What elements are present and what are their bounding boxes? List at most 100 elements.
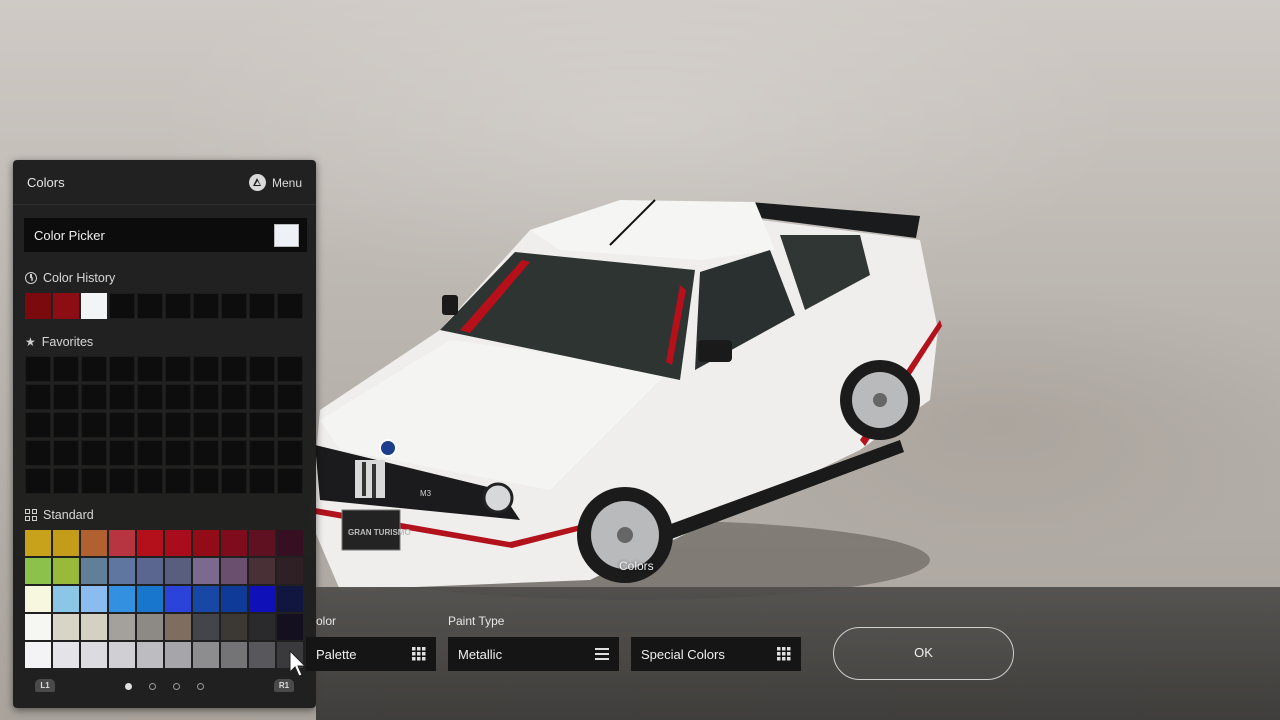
standard-color-swatch[interactable]	[221, 558, 247, 584]
standard-color-swatch[interactable]	[25, 558, 51, 584]
favorite-slot[interactable]	[53, 412, 79, 438]
favorite-slot[interactable]	[277, 384, 303, 410]
standard-color-swatch[interactable]	[249, 642, 275, 668]
history-swatch[interactable]	[221, 293, 247, 319]
favorite-slot[interactable]	[53, 440, 79, 466]
standard-color-swatch[interactable]	[193, 614, 219, 640]
standard-color-swatch[interactable]	[109, 558, 135, 584]
standard-color-swatch[interactable]	[221, 642, 247, 668]
standard-color-swatch[interactable]	[137, 614, 163, 640]
favorite-slot[interactable]	[53, 468, 79, 494]
favorite-slot[interactable]	[277, 440, 303, 466]
favorite-slot[interactable]	[249, 468, 275, 494]
favorite-slot[interactable]	[81, 412, 107, 438]
standard-color-swatch[interactable]	[109, 530, 135, 556]
favorite-slot[interactable]	[165, 384, 191, 410]
palette-dropdown[interactable]: Palette	[306, 637, 436, 671]
favorite-slot[interactable]	[25, 412, 51, 438]
favorite-slot[interactable]	[193, 384, 219, 410]
favorite-slot[interactable]	[109, 384, 135, 410]
history-swatch[interactable]	[165, 293, 191, 319]
favorite-slot[interactable]	[81, 440, 107, 466]
favorite-slot[interactable]	[193, 412, 219, 438]
page-dot-3[interactable]	[173, 683, 180, 690]
favorite-slot[interactable]	[109, 440, 135, 466]
favorite-slot[interactable]	[221, 412, 247, 438]
standard-color-swatch[interactable]	[165, 642, 191, 668]
favorite-slot[interactable]	[25, 440, 51, 466]
standard-color-swatch[interactable]	[277, 530, 303, 556]
color-picker-button[interactable]: Color Picker	[24, 218, 307, 252]
favorite-slot[interactable]	[137, 440, 163, 466]
standard-color-swatch[interactable]	[109, 642, 135, 668]
standard-color-swatch[interactable]	[165, 558, 191, 584]
history-swatch[interactable]	[25, 293, 51, 319]
standard-color-swatch[interactable]	[277, 614, 303, 640]
page-dot-2[interactable]	[149, 683, 156, 690]
standard-color-swatch[interactable]	[53, 530, 79, 556]
standard-color-swatch[interactable]	[25, 530, 51, 556]
standard-color-swatch[interactable]	[165, 614, 191, 640]
favorite-slot[interactable]	[221, 468, 247, 494]
favorite-slot[interactable]	[165, 356, 191, 382]
favorite-slot[interactable]	[249, 356, 275, 382]
standard-color-swatch[interactable]	[165, 586, 191, 612]
standard-color-swatch[interactable]	[221, 586, 247, 612]
standard-color-swatch[interactable]	[165, 530, 191, 556]
favorite-slot[interactable]	[277, 356, 303, 382]
l1-button[interactable]: L1	[35, 679, 55, 692]
favorite-slot[interactable]	[25, 356, 51, 382]
page-dot-1[interactable]	[125, 683, 132, 690]
favorite-slot[interactable]	[81, 356, 107, 382]
favorite-slot[interactable]	[109, 356, 135, 382]
standard-color-swatch[interactable]	[109, 614, 135, 640]
history-swatch[interactable]	[81, 293, 107, 319]
favorite-slot[interactable]	[193, 356, 219, 382]
favorite-slot[interactable]	[165, 440, 191, 466]
favorite-slot[interactable]	[249, 384, 275, 410]
standard-color-swatch[interactable]	[221, 614, 247, 640]
favorite-slot[interactable]	[277, 412, 303, 438]
favorite-slot[interactable]	[25, 384, 51, 410]
standard-color-swatch[interactable]	[193, 586, 219, 612]
history-swatch[interactable]	[277, 293, 303, 319]
standard-color-swatch[interactable]	[53, 586, 79, 612]
favorite-slot[interactable]	[109, 412, 135, 438]
standard-color-swatch[interactable]	[193, 642, 219, 668]
favorite-slot[interactable]	[249, 412, 275, 438]
favorite-slot[interactable]	[137, 468, 163, 494]
favorite-slot[interactable]	[249, 440, 275, 466]
standard-color-swatch[interactable]	[81, 558, 107, 584]
standard-color-swatch[interactable]	[81, 586, 107, 612]
favorite-slot[interactable]	[137, 412, 163, 438]
favorite-slot[interactable]	[221, 440, 247, 466]
favorite-slot[interactable]	[165, 468, 191, 494]
standard-color-swatch[interactable]	[109, 586, 135, 612]
menu-button[interactable]: Menu	[248, 174, 302, 191]
standard-color-swatch[interactable]	[53, 614, 79, 640]
standard-color-swatch[interactable]	[53, 558, 79, 584]
standard-color-swatch[interactable]	[137, 558, 163, 584]
favorite-slot[interactable]	[53, 384, 79, 410]
favorite-slot[interactable]	[193, 468, 219, 494]
standard-color-swatch[interactable]	[137, 586, 163, 612]
favorite-slot[interactable]	[25, 468, 51, 494]
standard-color-swatch[interactable]	[193, 558, 219, 584]
favorite-slot[interactable]	[53, 356, 79, 382]
history-swatch[interactable]	[249, 293, 275, 319]
favorite-slot[interactable]	[165, 412, 191, 438]
standard-color-swatch[interactable]	[137, 642, 163, 668]
favorite-slot[interactable]	[137, 356, 163, 382]
favorite-slot[interactable]	[277, 468, 303, 494]
favorite-slot[interactable]	[109, 468, 135, 494]
favorite-slot[interactable]	[221, 356, 247, 382]
history-swatch[interactable]	[193, 293, 219, 319]
history-swatch[interactable]	[53, 293, 79, 319]
ok-button[interactable]: OK	[833, 627, 1014, 680]
standard-color-swatch[interactable]	[25, 614, 51, 640]
standard-color-swatch[interactable]	[53, 642, 79, 668]
standard-color-swatch[interactable]	[137, 530, 163, 556]
standard-color-swatch[interactable]	[25, 586, 51, 612]
standard-color-swatch[interactable]	[221, 530, 247, 556]
favorite-slot[interactable]	[81, 384, 107, 410]
